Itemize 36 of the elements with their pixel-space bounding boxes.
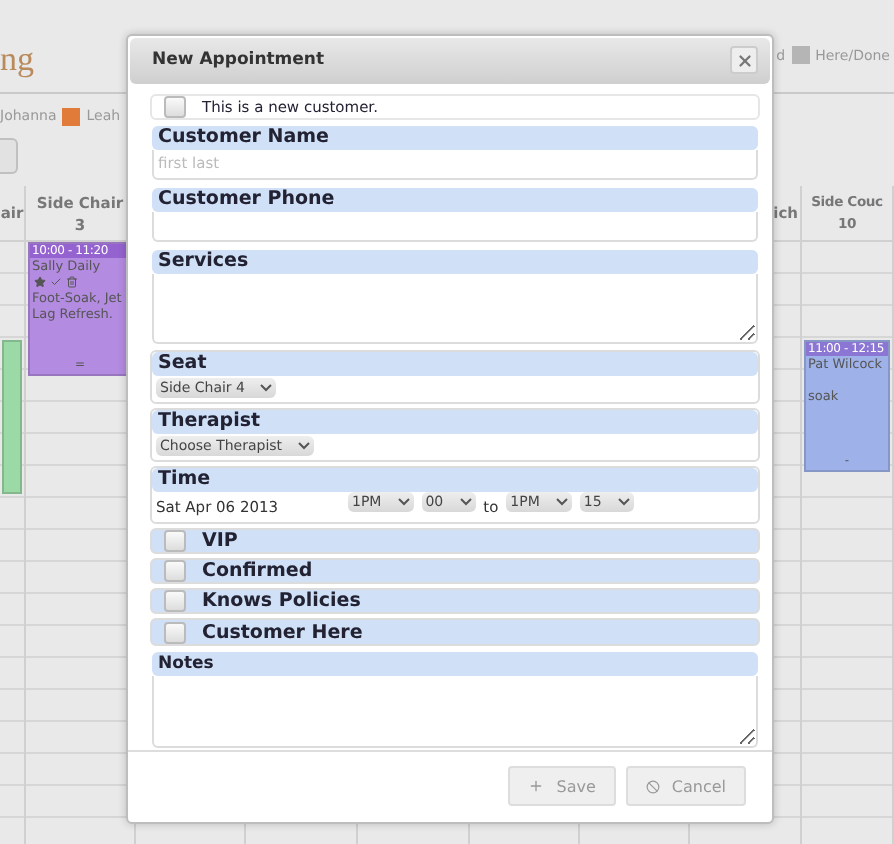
field-label: Customer Phone [152, 187, 758, 212]
checkbox[interactable] [164, 560, 186, 583]
field-label: Notes [152, 651, 758, 676]
checkbox[interactable] [164, 95, 186, 118]
input-field[interactable] [152, 211, 758, 242]
checkbox-label: VIP [202, 529, 238, 552]
checkbox[interactable] [164, 529, 186, 552]
checkbox-label: Customer Here [202, 621, 363, 644]
textarea-field[interactable] [152, 273, 758, 344]
caret-icon [459, 497, 472, 506]
caret-icon [397, 497, 410, 506]
checkbox[interactable] [164, 590, 186, 613]
dialog-title: New Appointment [152, 50, 325, 71]
textarea-field[interactable] [152, 675, 758, 748]
appointment-block[interactable] [2, 340, 22, 494]
field-label: Therapist [152, 409, 758, 434]
close-button[interactable] [730, 46, 758, 75]
caret-icon [298, 441, 311, 450]
toolbar-button[interactable] [0, 138, 18, 174]
plus-icon [528, 778, 545, 795]
star-icon [34, 276, 46, 288]
caret-icon [555, 497, 568, 506]
caret-icon [260, 383, 273, 392]
field-label: Customer Name [152, 125, 758, 150]
check-icon [50, 276, 62, 288]
checkbox-label: Confirmed [202, 560, 313, 583]
close-icon [735, 51, 753, 70]
checkbox[interactable] [164, 621, 186, 644]
ban-icon [645, 779, 660, 794]
checkbox-label: Knows Policies [202, 590, 361, 613]
trash-icon [66, 276, 78, 288]
field-label: Seat [152, 351, 758, 376]
page-title: ng [0, 42, 34, 78]
caret-icon [617, 497, 630, 506]
field-label: Services [152, 249, 758, 274]
field-label: Time [152, 467, 758, 492]
